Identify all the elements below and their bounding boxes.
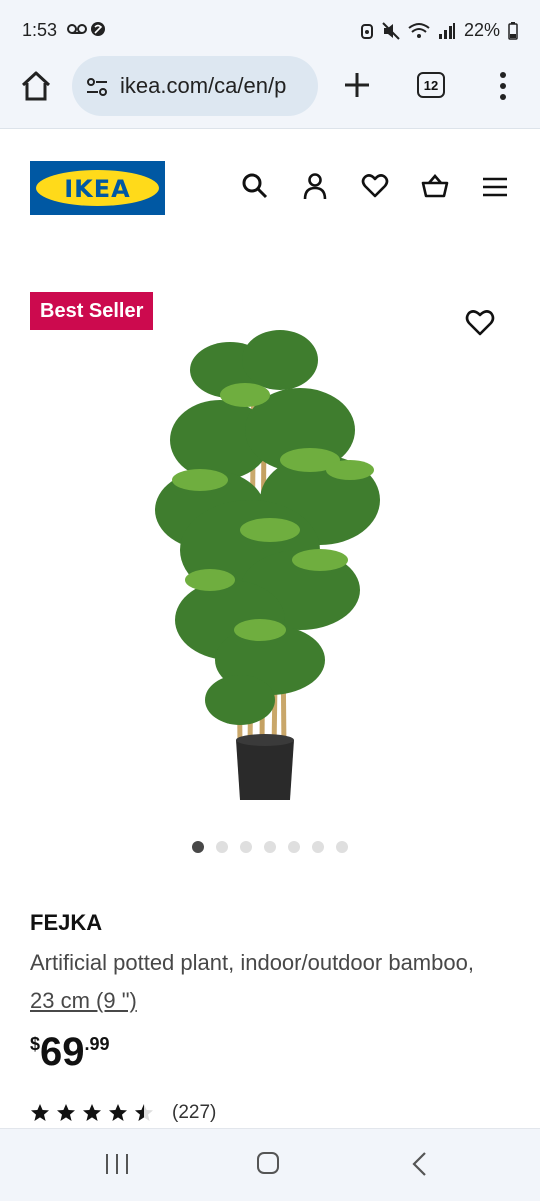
product-price: $69.99 (30, 1030, 110, 1075)
site-settings-icon[interactable] (86, 76, 108, 98)
star-full-icon (57, 1104, 75, 1121)
mute-icon (382, 21, 400, 40)
battery-percent: 22% (463, 20, 500, 40)
home-button-icon[interactable] (256, 1151, 280, 1175)
add-to-favorites-icon[interactable] (465, 308, 495, 338)
cart-icon[interactable] (421, 172, 449, 200)
carousel-dot[interactable] (264, 841, 276, 853)
tab-switcher-button[interactable]: 12 (417, 72, 445, 98)
carousel-dot[interactable] (216, 841, 228, 853)
price-decimal: .99 (84, 1034, 110, 1054)
signal-icon (438, 22, 455, 39)
home-icon[interactable] (18, 68, 54, 104)
price-currency: $ (30, 1034, 41, 1054)
status-left-icons (66, 20, 106, 38)
product-description-text: Artificial potted plant, indoor/outdoor … (30, 950, 474, 975)
alarm-icon (360, 23, 373, 39)
heart-icon[interactable] (361, 172, 389, 200)
star-full-icon (109, 1104, 127, 1121)
browser-toolbar: ikea.com/ca/en/p 12 (0, 50, 540, 129)
product-measurement-link[interactable]: 23 cm (9 ") (30, 988, 137, 1013)
back-icon[interactable] (410, 1151, 430, 1177)
product-description: Artificial potted plant, indoor/outdoor … (30, 944, 500, 1020)
best-seller-badge: Best Seller (30, 292, 154, 330)
star-full-icon (31, 1104, 49, 1121)
product-image[interactable] (150, 300, 395, 810)
status-right: 22% (360, 20, 518, 41)
recent-apps-icon[interactable] (104, 1153, 130, 1175)
url-text[interactable]: ikea.com/ca/en/p (120, 73, 308, 99)
rating-stars (30, 1103, 154, 1123)
address-bar[interactable]: ikea.com/ca/en/p (72, 56, 318, 116)
hamburger-menu-icon[interactable] (481, 172, 509, 200)
carousel-dot[interactable] (192, 841, 204, 853)
carousel-dot[interactable] (336, 841, 348, 853)
voicemail-icon (67, 22, 105, 37)
star-half-icon (135, 1104, 153, 1121)
ikea-logo[interactable]: IKEA (30, 161, 165, 215)
price-integer: 69 (40, 1030, 85, 1074)
star-full-icon (83, 1104, 101, 1121)
account-icon[interactable] (301, 172, 329, 200)
more-options-icon[interactable] (492, 70, 514, 102)
carousel-dot[interactable] (240, 841, 252, 853)
search-icon[interactable] (241, 172, 269, 200)
product-name: FEJKA (30, 910, 103, 935)
carousel-dot[interactable] (312, 841, 324, 853)
battery-icon (508, 21, 518, 40)
carousel-dot[interactable] (288, 841, 300, 853)
new-tab-icon[interactable] (340, 68, 374, 102)
wifi-icon (408, 22, 430, 38)
logo-text: IKEA (64, 175, 131, 203)
system-navigation-bar (0, 1128, 540, 1201)
rating-count[interactable]: (227) (172, 1102, 216, 1124)
image-carousel-indicator (192, 841, 348, 853)
status-time: 1:53 (22, 20, 58, 40)
product-rating[interactable]: (227) (30, 1102, 216, 1124)
